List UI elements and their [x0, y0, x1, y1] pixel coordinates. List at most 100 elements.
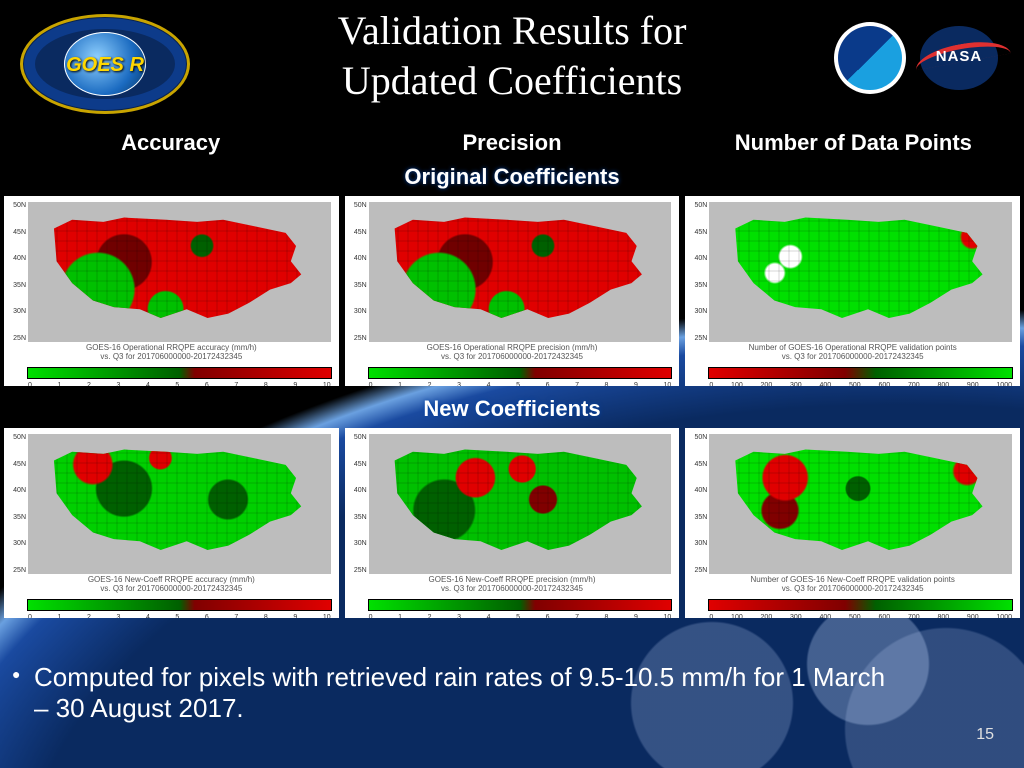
map-orig-accuracy: 50N45N40N35N30N25N GOES-16 Operational R… — [4, 196, 339, 386]
tick-label: 500 — [849, 614, 861, 618]
map-new-ndp: 50N45N40N35N30N25N Number of GOES-16 New… — [685, 428, 1020, 618]
tick-label: 50N — [6, 434, 26, 441]
tick-label: 25N — [687, 335, 707, 342]
row-header-original: Original Coefficients — [0, 164, 1024, 190]
tick-label: 0 — [709, 614, 713, 618]
tick-label: 40N — [6, 487, 26, 494]
tick-label: 6 — [205, 614, 209, 618]
tick-label: 10 — [323, 614, 331, 618]
tick-label: 45N — [6, 229, 26, 236]
caption: GOES-16 Operational RRQPE precision (mm/… — [345, 344, 680, 362]
tick-label: 7 — [234, 614, 238, 618]
tick-label: 40N — [6, 255, 26, 262]
tick-label: 40N — [347, 255, 367, 262]
tick-label: 50N — [687, 434, 707, 441]
tick-label: 5 — [516, 614, 520, 618]
tick-label: 9 — [293, 614, 297, 618]
tick-label: 10 — [664, 382, 672, 386]
tick-label: 1000 — [996, 382, 1012, 386]
tick-label: 2 — [87, 614, 91, 618]
tick-label: 6 — [546, 382, 550, 386]
map-row-new: 50N45N40N35N30N25N GOES-16 New-Coeff RRQ… — [0, 428, 1024, 618]
tick-label: 8 — [605, 382, 609, 386]
tick-label: 9 — [634, 614, 638, 618]
tick-label: 5 — [516, 382, 520, 386]
tick-label: 0 — [709, 382, 713, 386]
tick-label: 200 — [761, 614, 773, 618]
title-line1: Validation Results for — [338, 8, 687, 53]
tick-label: 35N — [6, 514, 26, 521]
tick-label: 3 — [457, 614, 461, 618]
tick-label: 35N — [6, 282, 26, 289]
tick-label: 9 — [634, 382, 638, 386]
tick-label: 4 — [146, 614, 150, 618]
tick-label: 400 — [820, 614, 832, 618]
tick-label: 25N — [687, 567, 707, 574]
tick-label: 0 — [369, 382, 373, 386]
tick-label: 6 — [205, 382, 209, 386]
tick-label: 10 — [323, 382, 331, 386]
tick-label: 45N — [687, 461, 707, 468]
tick-label: 0 — [28, 382, 32, 386]
tick-label: 25N — [347, 335, 367, 342]
tick-label: 25N — [347, 567, 367, 574]
tick-label: 3 — [457, 382, 461, 386]
tick-label: 50N — [347, 202, 367, 209]
column-headers: Accuracy Precision Number of Data Points — [0, 130, 1024, 156]
tick-label: 1 — [57, 614, 61, 618]
tick-label: 0 — [369, 614, 373, 618]
tick-label: 900 — [967, 382, 979, 386]
tick-label: 40N — [687, 487, 707, 494]
tick-label: 800 — [937, 382, 949, 386]
slide: GOES R NASA Validation Results for Updat… — [0, 0, 1024, 768]
tick-label: 35N — [687, 282, 707, 289]
tick-label: 800 — [937, 614, 949, 618]
col-precision: Precision — [341, 130, 682, 156]
tick-label: 25N — [6, 567, 26, 574]
tick-label: 8 — [605, 614, 609, 618]
tick-label: 8 — [264, 614, 268, 618]
tick-label: 35N — [347, 282, 367, 289]
tick-label: 35N — [347, 514, 367, 521]
tick-label: 40N — [687, 255, 707, 262]
tick-label: 45N — [6, 461, 26, 468]
tick-label: 500 — [849, 382, 861, 386]
caption: GOES-16 Operational RRQPE accuracy (mm/h… — [4, 344, 339, 362]
tick-label: 30N — [6, 308, 26, 315]
tick-label: 7 — [575, 614, 579, 618]
tick-label: 45N — [347, 461, 367, 468]
map-new-precision: 50N45N40N35N30N25N GOES-16 New-Coeff RRQ… — [345, 428, 680, 618]
tick-label: 5 — [175, 382, 179, 386]
tick-label: 25N — [6, 335, 26, 342]
goesr-logo-text: GOES R — [20, 54, 190, 77]
tick-label: 300 — [790, 614, 802, 618]
tick-label: 0 — [28, 614, 32, 618]
row-header-new: New Coefficients — [0, 396, 1024, 422]
col-accuracy: Accuracy — [0, 130, 341, 156]
tick-label: 2 — [428, 382, 432, 386]
tick-label: 5 — [175, 614, 179, 618]
tick-label: 700 — [908, 614, 920, 618]
map-new-accuracy: 50N45N40N35N30N25N GOES-16 New-Coeff RRQ… — [4, 428, 339, 618]
tick-label: 4 — [487, 382, 491, 386]
tick-label: 4 — [146, 382, 150, 386]
nasa-logo-text: NASA — [920, 48, 998, 65]
tick-label: 40N — [347, 487, 367, 494]
tick-label: 1 — [398, 614, 402, 618]
tick-label: 10 — [664, 614, 672, 618]
tick-label: 2 — [428, 614, 432, 618]
tick-label: 7 — [575, 382, 579, 386]
col-ndp: Number of Data Points — [683, 130, 1024, 156]
map-orig-ndp: 50N45N40N35N30N25N Number of GOES-16 Ope… — [685, 196, 1020, 386]
tick-label: 600 — [878, 614, 890, 618]
map-orig-precision: 50N45N40N35N30N25N GOES-16 Operational R… — [345, 196, 680, 386]
tick-label: 45N — [687, 229, 707, 236]
tick-label: 7 — [234, 382, 238, 386]
tick-label: 1000 — [996, 614, 1012, 618]
tick-label: 100 — [731, 614, 743, 618]
tick-label: 4 — [487, 614, 491, 618]
tick-label: 1 — [398, 382, 402, 386]
tick-label: 2 — [87, 382, 91, 386]
tick-label: 700 — [908, 382, 920, 386]
tick-label: 45N — [347, 229, 367, 236]
